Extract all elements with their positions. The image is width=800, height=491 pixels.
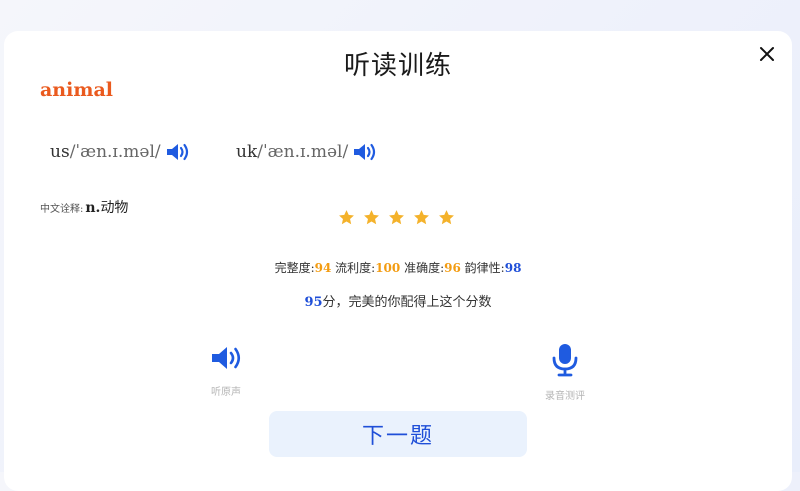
star-icon (414, 210, 429, 225)
prosody-value: 98 (504, 261, 522, 275)
next-question-button[interactable]: 下一题 (269, 411, 527, 457)
record-evaluate-button[interactable]: 录音测评 (525, 343, 605, 402)
chinese-meaning: 中文诠释: n.动物 (40, 197, 128, 217)
meaning-label: 中文诠释: (40, 204, 84, 215)
speaker-icon (212, 347, 241, 369)
pronunciation-us: us /ˈæn.ɪ.məl/ (50, 141, 191, 163)
phonetic-text: /ˈæn.ɪ.məl/ (69, 142, 161, 162)
phonetic-text: /ˈæn.ɪ.məl/ (257, 142, 349, 162)
fluency-value: 100 (375, 261, 401, 275)
score-breakdown: 完整度:94 流利度:100 准确度:96 韵律性:98 (4, 259, 792, 276)
accuracy-label: 准确度: (404, 261, 445, 275)
star-icon (389, 210, 404, 225)
accuracy-value: 96 (444, 261, 461, 275)
summary-text: 分，完美的你配得上这个分数 (322, 295, 492, 310)
speaker-icon[interactable] (165, 141, 191, 163)
listen-original-button[interactable]: 听原声 (186, 343, 266, 398)
fluency-label: 流利度: (335, 261, 376, 275)
star-icon (339, 210, 354, 225)
listen-original-label: 听原声 (211, 387, 241, 398)
record-evaluate-label: 录音测评 (545, 391, 585, 402)
training-dialog: 听读训练 animal us /ˈæn.ɪ.məl/ uk /ˈæn.ɪ.məl… (4, 31, 792, 491)
star-icon (364, 210, 379, 225)
prosody-label: 韵律性: (464, 261, 505, 275)
region-label: uk (236, 142, 258, 162)
microphone-icon (552, 344, 578, 377)
total-score: 95 (304, 295, 323, 310)
meaning-text: 动物 (100, 200, 129, 216)
region-label: us (50, 142, 70, 162)
meaning-value: n.动物 (85, 197, 128, 217)
pronunciation-uk: uk /ˈæn.ɪ.məl/ (236, 141, 378, 163)
star-icon (439, 210, 454, 225)
star-rating (338, 209, 455, 226)
part-of-speech: n. (85, 200, 101, 216)
word-text: animal (40, 79, 113, 101)
close-icon[interactable] (758, 45, 776, 63)
completeness-value: 94 (314, 261, 332, 275)
dialog-title: 听读训练 (343, 51, 452, 81)
completeness-label: 完整度: (274, 261, 315, 275)
score-summary: 95分，完美的你配得上这个分数 (4, 291, 792, 310)
speaker-icon[interactable] (352, 141, 378, 163)
